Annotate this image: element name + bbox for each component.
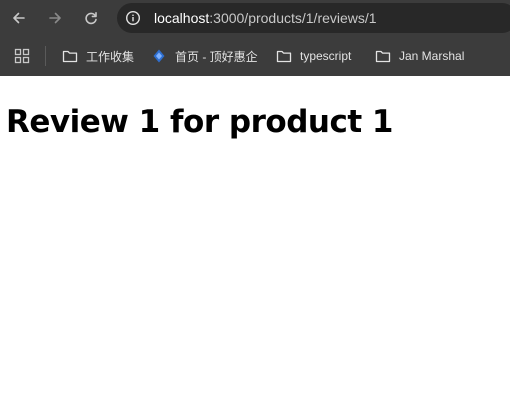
browser-toolbar: localhost:3000/products/1/reviews/1 (0, 0, 510, 36)
bookmarks-bar: 工作收集 首页 - 顶好惠企 typescript Jan Marshal (0, 36, 510, 76)
site-favicon-icon (153, 49, 165, 63)
reload-button[interactable] (79, 6, 103, 30)
page-title: Review 1 for product 1 (6, 104, 394, 140)
apps-grid-icon[interactable] (14, 48, 30, 64)
arrow-left-icon (13, 12, 25, 24)
browser-chrome: localhost:3000/products/1/reviews/1 工作收集… (0, 0, 510, 76)
info-icon (125, 10, 141, 26)
address-bar[interactable]: localhost:3000/products/1/reviews/1 (117, 3, 510, 33)
arrow-right-icon (49, 12, 61, 24)
url-text[interactable]: localhost:3000/products/1/reviews/1 (154, 10, 377, 26)
bookmark-typescript[interactable]: typescript (276, 46, 351, 66)
bookmark-label: 工作收集 (86, 49, 135, 64)
bookmark-label: typescript (300, 49, 352, 63)
folder-icon (62, 50, 78, 63)
folder-icon (375, 50, 391, 63)
bookmark-homepage[interactable]: 首页 - 顶好惠企 (151, 46, 258, 66)
bookmark-jan-marshal[interactable]: Jan Marshal (375, 46, 464, 66)
page-content: Review 1 for product 1 (0, 76, 510, 407)
site-info-button[interactable] (123, 8, 143, 28)
bookmark-work-collection[interactable]: 工作收集 (62, 46, 134, 66)
bookmark-label: Jan Marshal (399, 49, 465, 63)
folder-icon (276, 50, 292, 63)
url-path: :3000/products/1/reviews/1 (209, 10, 377, 26)
bookmark-label: 首页 - 顶好惠企 (175, 49, 258, 64)
back-button[interactable] (7, 6, 31, 30)
url-host: localhost (154, 10, 210, 26)
bookmarks-divider (45, 46, 46, 66)
forward-button[interactable] (43, 6, 67, 30)
reload-icon (85, 12, 97, 25)
